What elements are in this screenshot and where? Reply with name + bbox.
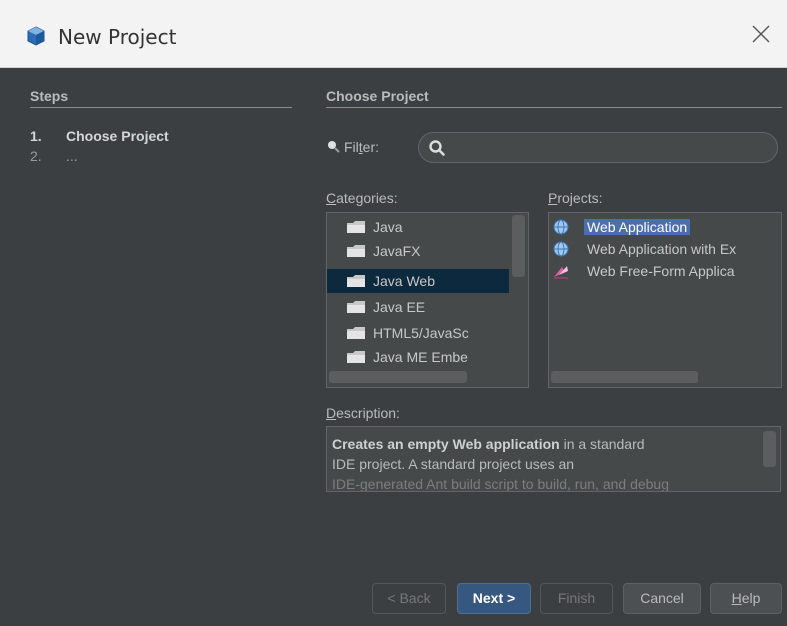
category-item-javafx[interactable]: JavaFX [327, 239, 509, 263]
choose-project-header: Choose Project [326, 88, 429, 104]
choose-project-divider [326, 107, 782, 108]
description-label-part: escription: [336, 405, 400, 421]
projects-list[interactable]: Web Application Web Application with Ex … [548, 212, 782, 388]
category-label: Java [373, 219, 403, 235]
step-label: ... [66, 148, 78, 164]
description-line-1: Creates an empty Web application in a st… [332, 434, 774, 454]
globe-icon [553, 241, 569, 257]
back-button[interactable]: < Back [372, 583, 446, 614]
step-label: Choose Project [66, 128, 169, 144]
globe-icon [553, 219, 569, 235]
project-item-web-application[interactable]: Web Application [549, 216, 781, 238]
search-icon [429, 140, 445, 156]
description-label: Description: [326, 405, 400, 421]
projects-label-mnemonic: P [548, 190, 558, 206]
project-label: Web Application with Ex [587, 241, 737, 257]
finish-button[interactable]: Finish [540, 583, 613, 614]
folder-icon [347, 275, 365, 287]
steps-divider [30, 107, 292, 108]
filter-magnifier-icon [328, 141, 340, 153]
category-item-java-ee[interactable]: Java EE [327, 295, 509, 319]
filter-label-part: Fil [344, 139, 359, 155]
projects-label-part: rojects: [557, 190, 603, 206]
projects-label: Projects: [548, 190, 602, 206]
category-item-html5[interactable]: HTML5/JavaSc [327, 321, 509, 345]
step-item-2: 2.... [30, 148, 78, 164]
projects-horizontal-scrollbar[interactable] [551, 371, 698, 383]
title-bar: New Project [0, 0, 787, 68]
filter-input[interactable] [418, 132, 778, 163]
dialog-body: Steps 1. Choose Project 2.... Choose Proj… [0, 69, 787, 626]
close-icon[interactable] [749, 22, 773, 46]
description-bold-text: Creates an empty Web application [332, 436, 560, 452]
categories-vertical-scrollbar[interactable] [512, 215, 525, 277]
description-box[interactable]: Creates an empty Web application in a st… [326, 426, 781, 492]
category-label: JavaFX [373, 243, 421, 259]
description-vertical-scrollbar[interactable] [763, 431, 776, 467]
project-label: Web Application [584, 219, 691, 235]
free-form-project-icon [554, 266, 568, 279]
step-item-1: 1. Choose Project [30, 128, 169, 144]
description-line-3: IDE-generated Ant build script to build,… [332, 476, 669, 492]
cancel-button[interactable]: Cancel [623, 583, 701, 614]
categories-label: Categories: [326, 190, 398, 206]
folder-icon [347, 327, 365, 339]
category-label: Java ME Embe [373, 349, 468, 365]
folder-icon [347, 301, 365, 313]
categories-label-mnemonic: C [326, 190, 337, 206]
category-item-java-me[interactable]: Java ME Embe [327, 345, 509, 369]
next-button[interactable]: Next > [457, 583, 531, 614]
description-line-2: IDE project. A standard project uses an [332, 456, 575, 472]
categories-label-part: ategories: [336, 190, 398, 206]
categories-list[interactable]: Java JavaFX Java Web Java EE HTML5/JavaS… [326, 212, 529, 388]
categories-horizontal-scrollbar[interactable] [329, 371, 467, 383]
help-button[interactable]: Help [710, 583, 782, 614]
filter-label-part: er: [362, 139, 380, 155]
project-item-web-application-existing[interactable]: Web Application with Ex [549, 238, 781, 260]
category-item-java[interactable]: Java [327, 215, 509, 239]
description-text: in a standard [559, 436, 645, 452]
help-mnemonic: H [731, 590, 742, 606]
project-label: Web Free-Form Applica [587, 263, 735, 279]
project-item-web-free-form[interactable]: Web Free-Form Applica [549, 260, 781, 282]
steps-header: Steps [30, 88, 69, 104]
description-label-mnemonic: D [326, 405, 337, 421]
window-title: New Project [58, 25, 177, 49]
filter-label: Filter: [344, 139, 379, 155]
step-number: 2. [30, 148, 42, 164]
step-number: 1. [30, 128, 42, 144]
folder-icon [347, 221, 365, 233]
folder-icon [347, 351, 365, 363]
category-item-java-web[interactable]: Java Web [327, 269, 509, 293]
category-label: HTML5/JavaSc [373, 325, 469, 341]
category-label: Java Web [373, 273, 435, 289]
folder-icon [347, 245, 365, 257]
help-label-part: elp [741, 590, 761, 606]
category-label: Java EE [373, 299, 426, 315]
netbeans-cube-icon [27, 26, 45, 46]
